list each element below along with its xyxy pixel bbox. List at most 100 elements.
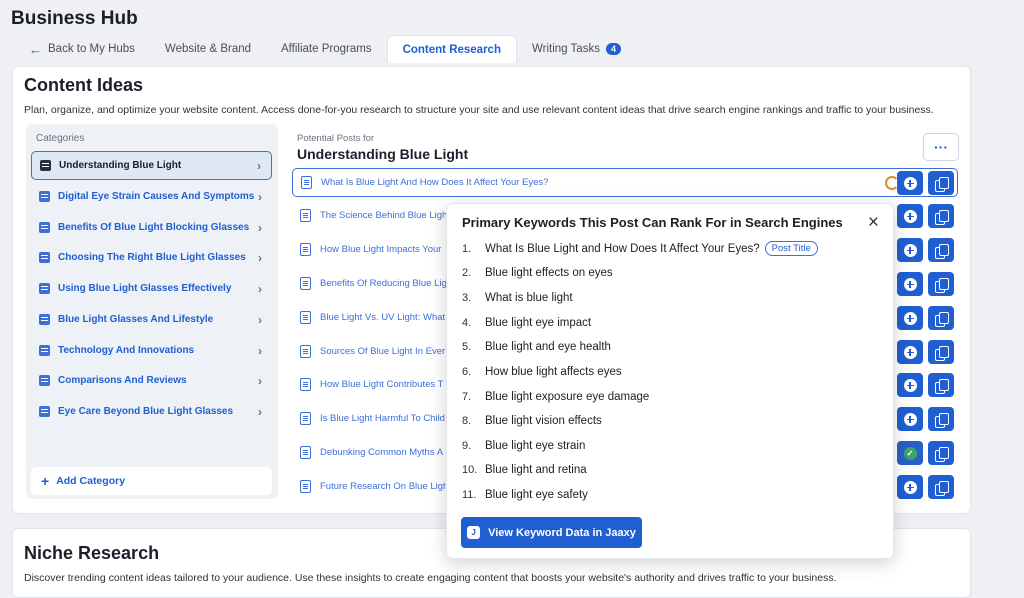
category-item[interactable]: Choosing The Right Blue Light Glasses › [31,243,272,272]
keyword-item: 10. Blue light and retina [462,464,587,476]
arrow-left-icon: ← [29,41,42,57]
more-options-button[interactable]: ··· [923,133,959,161]
copy-icon [935,209,949,225]
copy-post-button[interactable] [928,238,954,262]
chevron-right-icon: › [258,220,262,235]
keyword-item: 4. Blue light eye impact [462,317,592,329]
keywords-popup-title: Primary Keywords This Post Can Rank For … [462,215,843,230]
copy-icon [935,378,949,394]
potential-posts-label: Potential Posts for [297,133,375,144]
chevron-right-icon: › [258,281,262,296]
document-icon [39,222,50,233]
add-post-button[interactable] [897,272,923,296]
document-icon [39,345,50,356]
add-post-button[interactable] [897,238,923,262]
view-keyword-data-button[interactable]: J View Keyword Data in Jaaxy [461,517,642,548]
category-item[interactable]: Technology And Innovations › [31,336,272,365]
add-post-button[interactable] [897,373,923,397]
keyword-item: 6. How blue light affects eyes [462,366,622,378]
selected-category-title: Understanding Blue Light [297,146,469,162]
categories-label: Categories [36,133,85,144]
tab-content-research[interactable]: Content Research [386,35,517,63]
copy-post-button[interactable] [928,475,954,499]
writing-tasks-count-badge: 4 [605,43,621,55]
keyword-item: 7. Blue light exposure eye damage [462,391,650,403]
category-item[interactable]: Eye Care Beyond Blue Light Glasses › [31,397,272,426]
keyword-item: 2. Blue light effects on eyes [462,267,613,279]
category-item[interactable]: Using Blue Light Glasses Effectively › [31,274,272,303]
post-document-icon [300,311,311,324]
post-document-icon [300,209,311,222]
add-post-button[interactable] [897,204,923,228]
chevron-right-icon: › [258,189,262,204]
copy-post-button[interactable] [928,306,954,330]
tab-bar: ← Back to My Hubs Website & Brand Affilia… [14,35,636,63]
copy-post-button[interactable] [928,204,954,228]
content-ideas-description: Plan, organize, and optimize your websit… [24,104,934,116]
post-item[interactable]: What Is Blue Light And How Does It Affec… [292,168,958,197]
chevron-right-icon: › [258,250,262,265]
post-document-icon [300,480,311,493]
post-document-icon [300,277,311,290]
add-post-button[interactable] [897,306,923,330]
post-document-icon [300,378,311,391]
tab-writing-tasks[interactable]: Writing Tasks 4 [517,35,636,63]
copy-post-button[interactable] [928,171,954,195]
added-post-button[interactable]: ✓ [897,441,923,465]
document-icon [39,314,50,325]
plus-icon: + [41,473,50,489]
tab-affiliate-programs[interactable]: Affiliate Programs [266,35,387,63]
copy-post-button[interactable] [928,441,954,465]
post-title-tag: Post Title [764,241,818,256]
keyword-item: 5. Blue light and eye health [462,341,611,353]
plus-circle-icon [903,311,917,325]
app-title: Business Hub [11,8,138,29]
copy-icon [935,345,949,361]
copy-icon [935,480,949,496]
category-item[interactable]: Benefits Of Blue Light Blocking Glasses › [31,213,272,242]
category-item[interactable]: Comparisons And Reviews › [31,366,272,395]
plus-circle-icon [903,345,917,359]
keyword-item: 3. What is blue light [462,292,573,304]
copy-post-button[interactable] [928,340,954,364]
close-icon[interactable]: × [868,212,879,234]
category-item[interactable]: Blue Light Glasses And Lifestyle › [31,305,272,334]
copy-icon [935,446,949,462]
copy-post-button[interactable] [928,407,954,431]
plus-circle-icon [903,243,917,257]
plus-circle-icon [903,412,917,426]
category-item[interactable]: Digital Eye Strain Causes And Symptoms › [31,182,272,211]
keyword-item: 9. Blue light eye strain [462,440,586,452]
jaaxy-icon: J [467,526,481,539]
copy-icon [935,277,949,293]
post-document-icon [300,412,311,425]
chevron-right-icon: › [258,312,262,327]
post-document-icon [300,446,311,459]
post-document-icon [301,176,312,189]
add-category-button[interactable]: + Add Category [31,467,272,495]
copy-post-button[interactable] [928,373,954,397]
document-icon [39,406,50,417]
tab-back-to-hubs[interactable]: ← Back to My Hubs [14,35,150,63]
add-post-button[interactable] [897,171,923,195]
add-post-button[interactable] [897,407,923,431]
plus-circle-icon [903,277,917,291]
copy-post-button[interactable] [928,272,954,296]
keywords-popup: Primary Keywords This Post Can Rank For … [446,203,894,559]
niche-research-title: Niche Research [24,543,160,563]
content-ideas-title: Content Ideas [24,75,144,95]
plus-circle-icon [903,176,917,190]
plus-circle-icon [903,378,917,392]
copy-icon [935,243,949,259]
add-post-button[interactable] [897,475,923,499]
tab-website-brand[interactable]: Website & Brand [150,35,266,63]
copy-icon [935,311,949,327]
chevron-right-icon: › [257,158,261,173]
add-post-button[interactable] [897,340,923,364]
niche-research-description: Discover trending content ideas tailored… [24,572,837,584]
chevron-right-icon: › [258,404,262,419]
keyword-item: 8. Blue light vision effects [462,415,602,427]
copy-icon [935,412,949,428]
category-item[interactable]: Understanding Blue Light › [31,151,272,180]
document-icon [39,375,50,386]
